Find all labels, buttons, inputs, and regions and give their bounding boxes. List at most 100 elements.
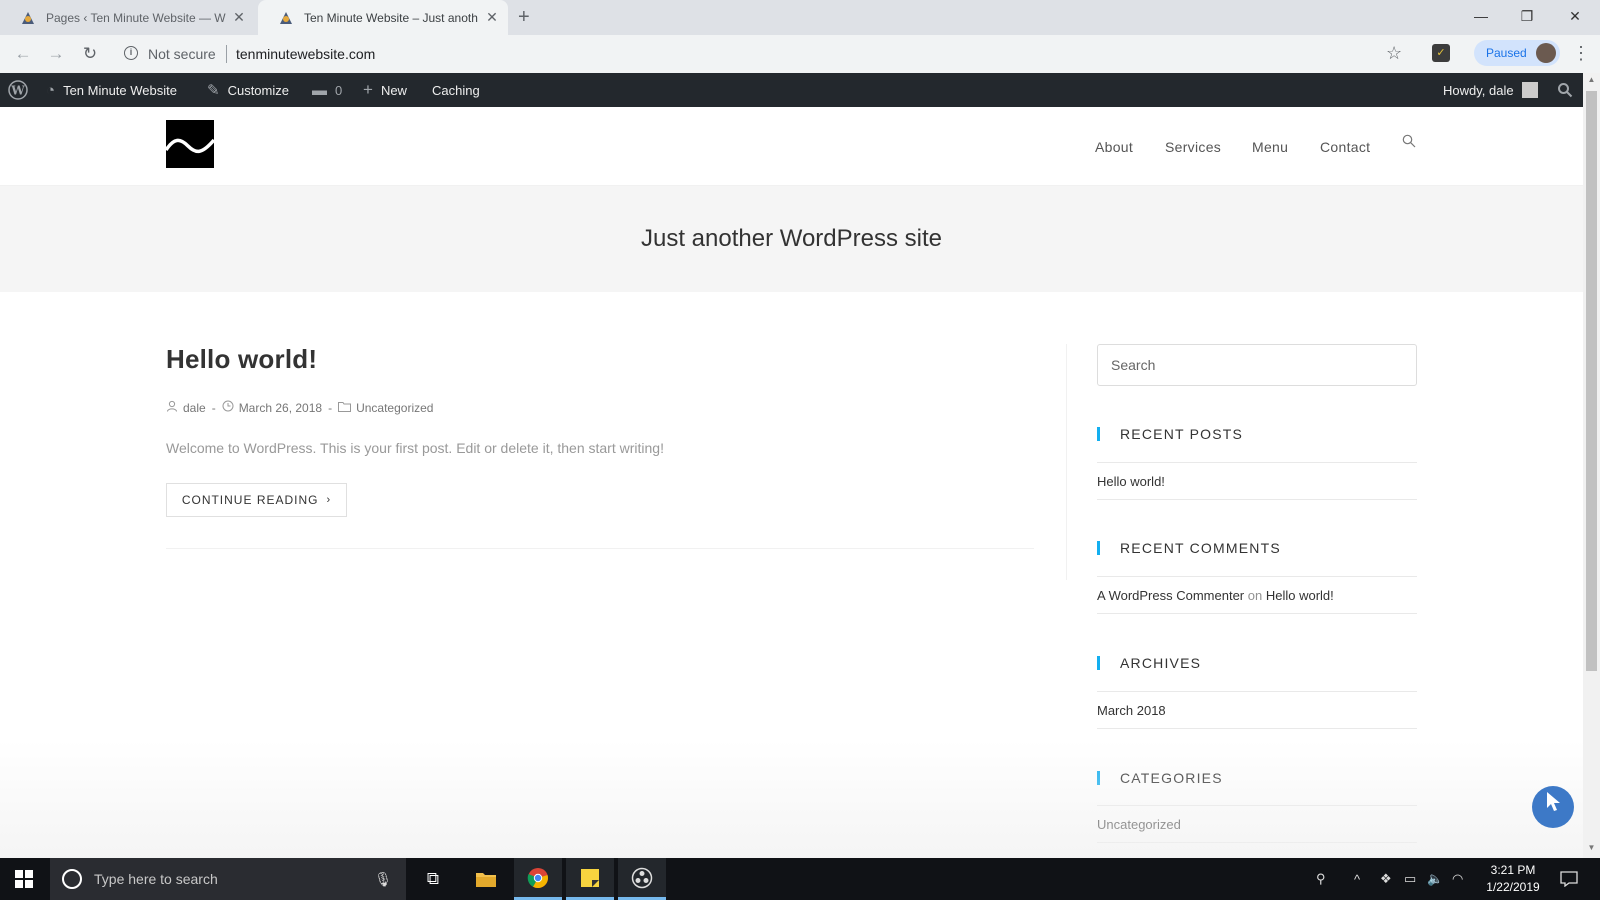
post-category[interactable]: Uncategorized bbox=[356, 401, 433, 415]
admin-customize[interactable]: ✎ Customize bbox=[207, 73, 289, 107]
wp-admin-bar: W ◔ Ten Minute Website ✎ Customize ▬ 0 +… bbox=[0, 73, 1583, 107]
page-scrollbar[interactable]: ▲ ▼ bbox=[1583, 73, 1600, 858]
people-icon[interactable]: ⚲ bbox=[1316, 858, 1326, 900]
site-name-label: Ten Minute Website bbox=[63, 82, 177, 98]
continue-reading-button[interactable]: CONTINUE READING › bbox=[166, 483, 347, 517]
taskbar-search-placeholder: Type here to search bbox=[94, 871, 218, 887]
nav-services[interactable]: Services bbox=[1165, 139, 1221, 155]
floating-cursor-button[interactable] bbox=[1532, 786, 1574, 828]
admin-new[interactable]: + New bbox=[363, 73, 407, 107]
tab-close-icon[interactable]: ✕ bbox=[484, 9, 500, 26]
browser-tabstrip: Pages ‹ Ten Minute Website — W ✕ Ten Min… bbox=[0, 0, 1600, 35]
scroll-up-icon[interactable]: ▲ bbox=[1586, 75, 1597, 84]
post-author[interactable]: dale bbox=[183, 401, 206, 415]
reload-icon[interactable]: ↻ bbox=[80, 44, 100, 64]
bookmark-star-icon[interactable]: ☆ bbox=[1386, 43, 1402, 64]
comment-author-link[interactable]: A WordPress Commenter bbox=[1097, 588, 1244, 603]
recent-post-item: Hello world! bbox=[1097, 462, 1417, 500]
scroll-down-icon[interactable]: ▼ bbox=[1586, 843, 1597, 852]
user-avatar bbox=[1521, 82, 1538, 98]
restore-icon[interactable]: ❐ bbox=[1504, 0, 1550, 35]
plus-icon: + bbox=[363, 80, 373, 99]
show-hidden-icons[interactable]: ^ bbox=[1354, 858, 1360, 900]
url-text[interactable]: tenminutewebsite.com bbox=[236, 46, 375, 62]
category-link[interactable]: Uncategorized bbox=[1097, 817, 1181, 832]
address-divider bbox=[226, 45, 227, 63]
browser-menu-icon[interactable]: ⋮ bbox=[1572, 43, 1590, 64]
back-icon[interactable]: ← bbox=[13, 44, 33, 64]
microphone-icon[interactable]: 🎙 bbox=[374, 871, 392, 888]
taskbar-clock[interactable]: 3:21 PM 1/22/2019 bbox=[1472, 862, 1554, 896]
wordpress-favicon-icon bbox=[278, 10, 294, 26]
minimize-icon[interactable]: — bbox=[1458, 0, 1504, 35]
action-center-icon[interactable] bbox=[1560, 858, 1578, 900]
new-tab-icon[interactable]: + bbox=[518, 6, 530, 29]
meta-separator: - bbox=[328, 400, 333, 415]
sidebar-search-input[interactable]: Search bbox=[1097, 344, 1417, 386]
volume-icon[interactable]: 🔈 bbox=[1427, 858, 1443, 900]
post-title[interactable]: Hello world! bbox=[166, 344, 317, 375]
wordpress-favicon-icon bbox=[20, 10, 36, 26]
info-icon[interactable]: i bbox=[124, 46, 138, 60]
battery-icon[interactable]: ▭ bbox=[1404, 858, 1416, 900]
admin-caching[interactable]: Caching bbox=[432, 73, 480, 107]
obs-icon[interactable] bbox=[618, 858, 666, 900]
main-nav: About Services Menu Contact bbox=[0, 107, 1583, 186]
comment-post-link[interactable]: Hello world! bbox=[1266, 588, 1334, 603]
profile-status: Paused bbox=[1486, 46, 1527, 60]
wordpress-logo-icon[interactable]: W bbox=[8, 73, 28, 107]
tab-title: Pages ‹ Ten Minute Website — W bbox=[46, 10, 226, 25]
sticky-notes-icon[interactable] bbox=[566, 858, 614, 900]
address-bar[interactable]: i Not secure tenminutewebsite.com bbox=[114, 39, 1420, 69]
site-header: About Services Menu Contact bbox=[0, 107, 1583, 186]
category-item: Uncategorized bbox=[1097, 805, 1417, 843]
window-close-icon[interactable]: ✕ bbox=[1552, 0, 1598, 35]
forward-icon[interactable]: → bbox=[46, 44, 66, 64]
clock-icon bbox=[222, 400, 234, 415]
scrollbar-thumb[interactable] bbox=[1586, 91, 1597, 671]
nav-contact[interactable]: Contact bbox=[1320, 139, 1370, 155]
extension-icon[interactable]: ✓ bbox=[1432, 44, 1450, 62]
continue-reading-label: CONTINUE READING bbox=[181, 493, 319, 507]
sidebar-divider bbox=[1066, 344, 1067, 580]
recent-post-link[interactable]: Hello world! bbox=[1097, 474, 1165, 489]
file-explorer-icon[interactable] bbox=[462, 858, 510, 900]
browser-tab-site[interactable]: Ten Minute Website – Just anoth ✕ bbox=[258, 0, 508, 35]
admin-site-name[interactable]: ◔ Ten Minute Website bbox=[46, 73, 177, 107]
task-view-icon[interactable]: ⧉ bbox=[409, 858, 457, 900]
nav-about[interactable]: About bbox=[1095, 139, 1133, 155]
categories-title: CATEGORIES bbox=[1097, 771, 1223, 785]
clock-time: 3:21 PM bbox=[1490, 863, 1536, 877]
chrome-icon[interactable] bbox=[514, 858, 562, 900]
comment-on-label: on bbox=[1247, 588, 1263, 603]
post-excerpt: Welcome to WordPress. This is your first… bbox=[166, 440, 664, 456]
caching-label: Caching bbox=[432, 82, 480, 98]
profile-button[interactable]: Paused bbox=[1474, 40, 1560, 66]
howdy-label: Howdy, dale bbox=[1443, 82, 1514, 98]
taskbar-search-input[interactable]: Type here to search 🎙 bbox=[50, 858, 406, 900]
archive-link[interactable]: March 2018 bbox=[1097, 703, 1166, 718]
tab-title: Ten Minute Website – Just anoth bbox=[304, 10, 478, 25]
dropbox-icon[interactable]: ❖ bbox=[1380, 858, 1392, 900]
nav-menu[interactable]: Menu bbox=[1252, 139, 1288, 155]
windows-taskbar: Type here to search 🎙 ⧉ ⚲ ^ ❖ ▭ 🔈 ◠ 3:21… bbox=[0, 858, 1600, 900]
dashboard-icon: ◔ bbox=[46, 81, 56, 99]
cortana-icon bbox=[62, 869, 82, 889]
profile-avatar bbox=[1536, 43, 1556, 63]
clock-date: 1/22/2019 bbox=[1486, 880, 1540, 894]
browser-tab-pages[interactable]: Pages ‹ Ten Minute Website — W ✕ bbox=[0, 0, 255, 35]
post-divider bbox=[166, 548, 1034, 549]
windows-start-icon[interactable] bbox=[0, 858, 48, 900]
tab-close-icon[interactable]: ✕ bbox=[231, 9, 247, 26]
nav-search-icon[interactable] bbox=[1402, 134, 1416, 151]
admin-search-icon[interactable] bbox=[1557, 73, 1573, 107]
admin-account[interactable]: Howdy, dale bbox=[1443, 73, 1538, 107]
post-date: March 26, 2018 bbox=[238, 400, 323, 415]
search-placeholder: Search bbox=[1111, 357, 1156, 373]
new-label: New bbox=[380, 82, 407, 98]
svg-text:W: W bbox=[10, 84, 25, 98]
recent-comments-title: RECENT COMMENTS bbox=[1097, 541, 1281, 555]
user-icon bbox=[166, 400, 178, 415]
network-icon[interactable]: ◠ bbox=[1452, 858, 1463, 900]
admin-comments[interactable]: ▬ 0 bbox=[312, 73, 342, 107]
